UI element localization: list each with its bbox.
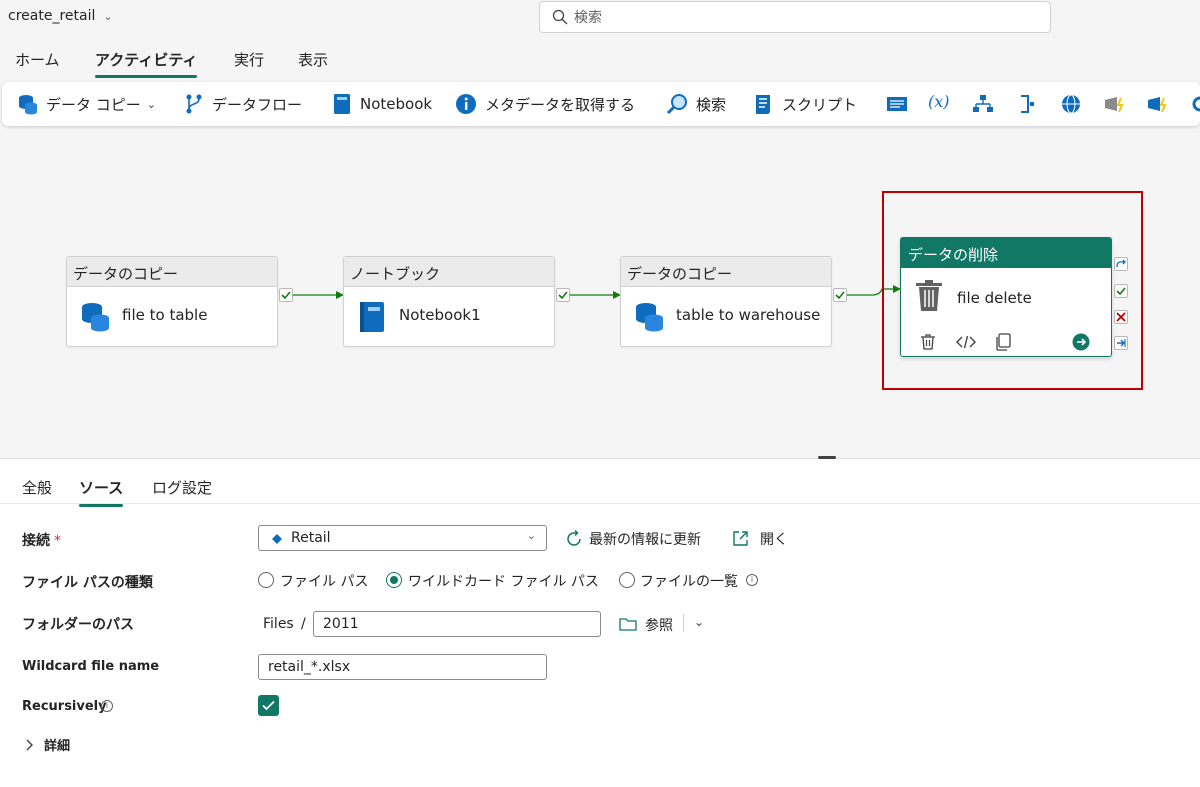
details-expander[interactable]: 詳細	[22, 735, 102, 755]
browse-button[interactable]: 参照	[619, 615, 679, 635]
tab-divider	[0, 503, 1200, 504]
database-icon	[636, 303, 663, 332]
connection-select[interactable]: Retail ⌄	[258, 525, 547, 551]
radio-file-list-label: ファイルの一覧	[640, 574, 738, 590]
folder-path-label: フォルダーのパス	[22, 617, 134, 633]
activity-name: table to warehouse	[676, 306, 821, 324]
folder-path-root: Files	[263, 616, 294, 632]
open-external-icon	[733, 531, 748, 546]
radio-file-path-label: ファイル パス	[280, 574, 369, 590]
radio-file-path[interactable]	[258, 572, 274, 588]
copy-icon[interactable]	[994, 333, 1012, 351]
fail-output-handle[interactable]	[1114, 310, 1128, 324]
chevron-down-icon[interactable]: ⌄	[694, 615, 704, 629]
success-output-handle[interactable]	[833, 288, 847, 302]
tab-general[interactable]: 全般	[22, 477, 52, 498]
arrow-right-icon	[1117, 339, 1126, 347]
panel-resize-handle[interactable]	[818, 456, 836, 459]
activity-type: データのコピー	[67, 257, 277, 287]
activity-type: データの削除	[901, 238, 1111, 268]
radio-wildcard-file-path-label: ワイルドカード ファイル パス	[408, 574, 599, 590]
open-label: 開く	[760, 532, 788, 548]
checkmark-icon	[281, 291, 291, 300]
code-icon[interactable]	[956, 334, 976, 350]
info-icon[interactable]: i	[101, 700, 113, 712]
success-output-handle[interactable]	[279, 288, 293, 302]
divider	[683, 614, 684, 632]
trash-icon	[916, 280, 942, 311]
checkmark-icon	[835, 291, 845, 300]
wildcard-file-name-input[interactable]	[268, 658, 512, 676]
success-output-handle[interactable]	[1114, 284, 1128, 298]
details-label: 詳細	[44, 739, 71, 754]
tab-logging-settings[interactable]: ログ設定	[152, 477, 212, 498]
radio-wildcard-file-path[interactable]	[386, 572, 402, 588]
lakehouse-icon	[272, 534, 282, 544]
skip-arrow-icon	[1116, 259, 1126, 268]
notebook-icon	[360, 302, 384, 332]
activity-name: file delete	[957, 289, 1032, 307]
success-output-handle[interactable]	[556, 288, 570, 302]
recursively-checkbox[interactable]	[258, 695, 279, 716]
activity-node-copy-file-to-table[interactable]: データのコピー file to table	[66, 256, 278, 347]
radio-file-list[interactable]	[619, 572, 635, 588]
browse-label: 参照	[645, 618, 673, 634]
skip-output-handle[interactable]	[1114, 257, 1128, 271]
checkmark-icon	[262, 700, 275, 711]
activity-node-copy-table-to-warehouse[interactable]: データのコピー table to warehouse	[620, 256, 832, 347]
wildcard-file-name-label: Wildcard file name	[22, 659, 160, 674]
activity-type: ノートブック	[344, 257, 554, 287]
folder-path-separator: /	[301, 616, 306, 632]
completion-output-handle[interactable]	[1114, 336, 1128, 350]
connection-label: 接続 *	[22, 533, 61, 549]
chevron-down-icon: ⌄	[526, 529, 536, 542]
connection-value: Retail	[291, 530, 331, 546]
info-icon[interactable]: i	[746, 574, 758, 586]
folder-path-input[interactable]	[323, 615, 567, 633]
folder-icon	[619, 618, 637, 631]
activity-name: Notebook1	[399, 306, 481, 324]
activity-node-notebook[interactable]: ノートブック Notebook1	[343, 256, 555, 347]
tab-source[interactable]: ソース	[79, 477, 124, 507]
close-icon	[1116, 312, 1126, 322]
delete-activity-icon[interactable]	[919, 333, 937, 351]
activity-name: file to table	[122, 306, 208, 324]
chevron-right-icon	[26, 739, 33, 751]
database-icon	[82, 303, 109, 332]
file-path-type-label: ファイル パスの種類	[22, 575, 153, 591]
activity-type: データのコピー	[621, 257, 831, 287]
navigate-arrow-icon[interactable]	[1072, 333, 1090, 351]
recursively-label: Recursively	[22, 699, 107, 714]
checkmark-icon	[1116, 287, 1126, 296]
folder-path-field[interactable]	[313, 611, 601, 637]
required-mark: *	[54, 533, 61, 549]
activity-node-delete-data[interactable]: データの削除 file delete	[900, 237, 1112, 357]
refresh-icon	[567, 530, 581, 546]
checkmark-icon	[558, 291, 568, 300]
refresh-label: 最新の情報に更新	[589, 532, 701, 548]
open-button[interactable]: 開く	[732, 529, 792, 549]
wildcard-file-name-field[interactable]	[258, 654, 547, 680]
